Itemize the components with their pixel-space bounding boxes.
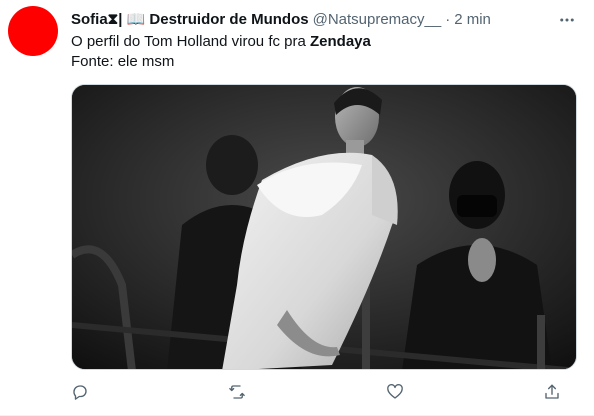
- tweet-text-bold-name: Zendaya: [310, 33, 371, 50]
- retweet-button[interactable]: [228, 380, 262, 404]
- tweet-actions: [71, 380, 577, 404]
- tweet-photo[interactable]: [71, 84, 577, 370]
- photo-image: [72, 85, 576, 369]
- share-icon: [545, 384, 559, 399]
- tweet-header: Sofia⧗| 📖 Destruidor de Mundos @Natsupre…: [71, 10, 554, 30]
- reply-icon: [73, 385, 87, 400]
- tweet-text-line-1: O perfil do Tom Holland virou fc pra Zen…: [71, 32, 574, 52]
- heart-icon: [386, 384, 403, 399]
- timestamp[interactable]: 2 min: [454, 10, 491, 30]
- tweet-text-line-2: Fonte: ele msm: [71, 53, 175, 70]
- user-handle[interactable]: @Natsupremacy__: [313, 10, 442, 30]
- share-button[interactable]: [543, 380, 577, 404]
- retweet-icon: [229, 385, 246, 399]
- tweet-card[interactable]: Sofia⧗| 📖 Destruidor de Mundos @Natsupre…: [0, 0, 594, 416]
- display-name[interactable]: Sofia⧗| 📖 Destruidor de Mundos: [71, 10, 309, 30]
- tweet-text: O perfil do Tom Holland virou fc pra Zen…: [71, 32, 574, 72]
- more-options-button[interactable]: [556, 10, 578, 30]
- avatar[interactable]: [8, 6, 58, 56]
- separator-dot: ·: [445, 11, 451, 28]
- reply-button[interactable]: [71, 380, 105, 404]
- more-horizontal-icon: [560, 18, 574, 22]
- tweet-text-prefix: O perfil do Tom Holland virou fc pra: [71, 33, 310, 50]
- like-button[interactable]: [386, 380, 420, 404]
